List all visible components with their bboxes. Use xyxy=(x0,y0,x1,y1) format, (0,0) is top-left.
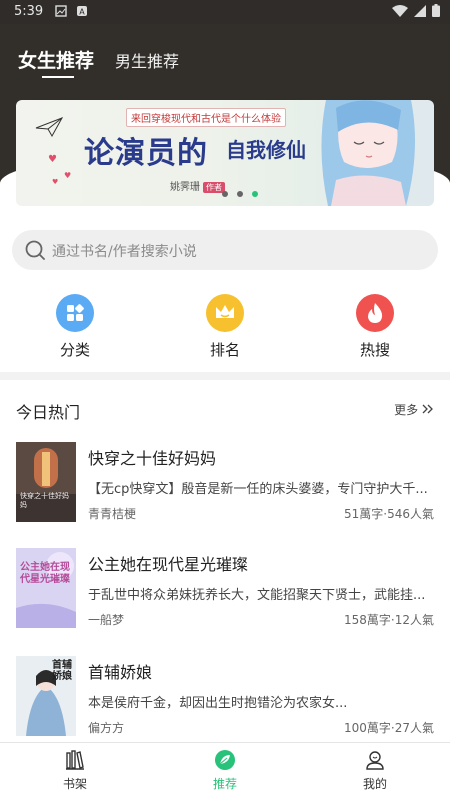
quick-link-ranking-label: 排名 xyxy=(209,341,240,359)
search-icon xyxy=(25,240,45,260)
section-divider xyxy=(0,372,450,380)
battery-icon xyxy=(432,4,440,17)
banner-author: 姚霁珊 作者 xyxy=(170,178,225,193)
svg-text:♥: ♥ xyxy=(48,154,57,165)
status-bar: 5:39 A xyxy=(0,0,450,24)
book-title: 首辅娇娘 xyxy=(88,663,153,682)
quick-link-hot-search-label: 热搜 xyxy=(359,341,390,359)
wifi-icon xyxy=(392,4,408,17)
search-placeholder: 通过书名/作者搜索小说 xyxy=(52,244,197,260)
tab-bookshelf-label: 书架 xyxy=(62,777,87,791)
tab-profile[interactable]: 我的 xyxy=(335,749,415,792)
quick-link-category[interactable]: 分类 xyxy=(30,294,120,360)
banner-subtitle: 来回穿梭现代和古代是个什么体验 xyxy=(126,108,286,127)
tab-female-recommend[interactable]: 女生推荐 xyxy=(18,46,94,73)
book-cover[interactable]: 首辅娇娘 xyxy=(16,656,76,736)
svg-text:♥: ♥ xyxy=(52,178,58,186)
book-description: 本是侯府千金，却因出生时抱错沦为农家女... xyxy=(88,696,348,711)
paper-plane-icon xyxy=(35,117,64,138)
more-link[interactable]: 更多 xyxy=(394,401,434,418)
book-author: 一船梦 xyxy=(88,613,125,627)
book-cover-text: 公主她在现代星光璀璨 xyxy=(20,562,70,585)
search-bar[interactable]: 通过书名/作者搜索小说 xyxy=(12,230,438,270)
book-list-item[interactable]: 公主她在现代星光璀璨 公主她在现代星光璀璨 于乱世中将众弟妹抚养长大，文能招聚天… xyxy=(0,548,450,632)
tab-bookshelf[interactable]: 书架 xyxy=(35,749,115,792)
book-author: 偏方方 xyxy=(88,721,125,735)
hearts-decoration: ♥ ♥ ♥ xyxy=(48,154,71,186)
quick-link-ranking[interactable]: 排名 xyxy=(180,294,270,360)
book-title: 快穿之十佳好妈妈 xyxy=(88,449,217,468)
double-chevron-right-icon xyxy=(422,404,433,414)
banner-dot-2[interactable] xyxy=(237,191,243,197)
status-indicators xyxy=(392,4,440,17)
book-stats: 158萬字·12人氣 xyxy=(344,613,434,627)
status-time: 5:39 xyxy=(14,4,44,19)
flame-icon xyxy=(356,294,394,332)
book-author: 青青桔梗 xyxy=(88,507,137,521)
tab-profile-label: 我的 xyxy=(362,777,387,791)
tab-recommend-label: 推荐 xyxy=(212,777,237,791)
tab-recommend[interactable]: 推荐 xyxy=(185,749,265,792)
profile-icon xyxy=(366,751,384,770)
recommend-leaf-icon xyxy=(215,750,235,770)
category-icon xyxy=(56,294,94,332)
book-stats: 51萬字·546人氣 xyxy=(344,507,434,521)
image-notification-icon xyxy=(55,5,67,17)
svg-text:♥: ♥ xyxy=(64,171,71,180)
banner-dot-1[interactable] xyxy=(222,191,228,197)
app-notification-icon: A xyxy=(77,6,87,17)
banner-title: 论演员的 xyxy=(84,136,208,171)
banner-pagination xyxy=(222,191,258,197)
bookshelf-icon xyxy=(66,750,84,770)
more-link-label: 更多 xyxy=(394,403,419,417)
section-title: 今日热门 xyxy=(16,403,81,422)
book-cover[interactable]: 公主她在现代星光璀璨 xyxy=(16,548,76,628)
banner-dot-3-active[interactable] xyxy=(252,191,258,197)
book-cover[interactable]: 快穿之十佳好妈妈 xyxy=(16,442,76,522)
book-cover-text: 首辅娇娘 xyxy=(52,660,72,682)
book-stats: 100萬字·27人氣 xyxy=(344,721,434,735)
book-cover-text: 快穿之十佳好妈妈 xyxy=(20,492,69,509)
signal-icon xyxy=(414,4,426,17)
banner-author-name: 姚霁珊 xyxy=(170,182,200,193)
svg-text:A: A xyxy=(79,8,85,17)
book-description: 【无cp快穿文】殷音是新一任的床头婆婆，专门守护大千... xyxy=(88,482,428,497)
banner-character-illustration xyxy=(321,100,415,206)
quick-link-category-label: 分类 xyxy=(59,341,90,359)
tab-male-recommend[interactable]: 男生推荐 xyxy=(115,48,179,72)
quick-link-hot-search[interactable]: 热搜 xyxy=(330,294,420,360)
banner-title-side: 自我修仙 xyxy=(226,138,306,162)
bottom-tab-bar: 书架 推荐 我的 xyxy=(0,742,450,800)
crown-icon xyxy=(206,294,244,332)
book-list-item[interactable]: 首辅娇娘 首辅娇娘 本是侯府千金，却因出生时抱错沦为农家女... 偏方方 100… xyxy=(0,656,450,740)
promo-banner[interactable]: ♥ ♥ ♥ 来回穿梭现代和古代是个什么体验 论演员的 自我修仙 姚霁珊 作者 xyxy=(16,100,434,206)
book-description: 于乱世中将众弟妹抚养长大，文能招聚天下贤士，武能挂... xyxy=(88,588,426,603)
book-title: 公主她在现代星光璀璨 xyxy=(88,555,249,574)
book-list-item[interactable]: 快穿之十佳好妈妈 快穿之十佳好妈妈 【无cp快穿文】殷音是新一任的床头婆婆，专门… xyxy=(0,442,450,526)
active-tab-indicator xyxy=(42,76,74,78)
